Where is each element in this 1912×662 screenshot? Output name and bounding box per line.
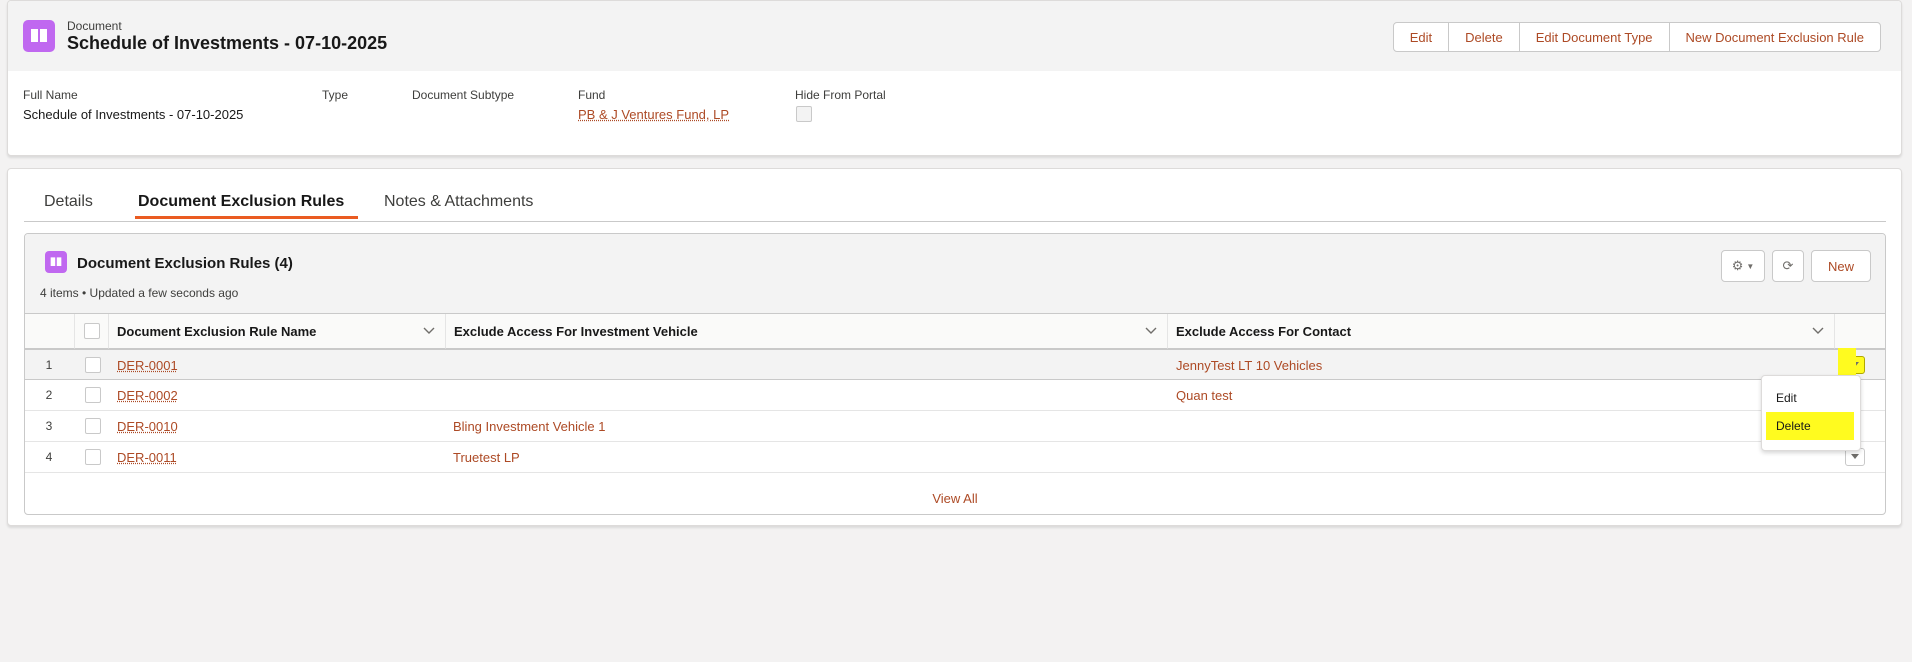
select-all-checkbox[interactable]: [84, 323, 100, 339]
row-number-column: [25, 314, 75, 349]
related-list-meta: 4 items • Updated a few seconds ago: [40, 286, 239, 300]
fund-link[interactable]: PB & J Ventures Fund, LP: [578, 107, 729, 122]
row-action-menu: Edit Delete: [1761, 375, 1861, 451]
chevron-down-icon: [1851, 454, 1859, 459]
vehicle-link[interactable]: Bling Investment Vehicle 1: [453, 419, 605, 434]
row-checkbox[interactable]: [85, 357, 101, 373]
refresh-button[interactable]: ⟳: [1772, 250, 1804, 282]
highlight-connector: [1838, 348, 1856, 378]
hide-from-portal-checkbox: [796, 106, 812, 122]
gear-icon: ⚙: [1731, 258, 1744, 273]
field-label-type: Type: [322, 88, 349, 102]
column-header-vehicle[interactable]: Exclude Access For Investment Vehicle: [446, 314, 1168, 349]
edit-button[interactable]: Edit: [1392, 22, 1450, 52]
table-row: 1 DER-0001 JennyTest LT 10 Vehicles: [25, 349, 1885, 380]
rule-name-link[interactable]: DER-0002: [117, 388, 178, 403]
row-number: 2: [45, 388, 53, 402]
row-checkbox[interactable]: [85, 418, 101, 434]
row-number: 3: [45, 419, 53, 433]
object-label: Document: [67, 19, 122, 33]
tab-bar: Details Document Exclusion Rules Notes &…: [24, 169, 1886, 222]
related-list-header: Document Exclusion Rules (4) 4 items • U…: [25, 234, 1885, 314]
contact-link[interactable]: Quan test: [1176, 388, 1232, 403]
column-label-contact: Exclude Access For Contact: [1176, 323, 1352, 339]
rule-name-link[interactable]: DER-0011: [117, 450, 177, 465]
rule-name-link[interactable]: DER-0001: [117, 358, 178, 373]
menu-item-delete[interactable]: Delete: [1766, 412, 1854, 440]
page-title: Schedule of Investments - 07-10-2025: [67, 33, 388, 53]
field-label-fund: Fund: [578, 88, 606, 102]
vehicle-link[interactable]: Truetest LP: [453, 450, 520, 465]
select-all-header: [75, 314, 109, 349]
edit-document-type-button[interactable]: Edit Document Type: [1518, 22, 1670, 52]
field-label-document-subtype: Document Subtype: [412, 88, 515, 102]
field-value-full-name: Schedule of Investments - 07-10-2025: [23, 107, 244, 122]
column-label-vehicle: Exclude Access For Investment Vehicle: [454, 323, 698, 339]
document-icon: [23, 20, 55, 52]
chevron-down-icon[interactable]: [423, 324, 435, 336]
related-list-title: Document Exclusion Rules (4): [77, 255, 293, 272]
table-row: 3 DER-0010 Bling Investment Vehicle 1: [25, 411, 1885, 442]
actions-column: [1835, 314, 1885, 349]
chevron-down-icon: ▼: [1746, 261, 1755, 271]
table-row: 4 DER-0011 Truetest LP: [25, 442, 1885, 473]
related-list: Document Exclusion Rules (4) 4 items • U…: [24, 233, 1886, 515]
column-header-contact[interactable]: Exclude Access For Contact: [1168, 314, 1835, 349]
contact-link[interactable]: JennyTest LT 10 Vehicles: [1176, 358, 1322, 373]
menu-item-edit[interactable]: Edit: [1766, 384, 1854, 412]
row-number: 4: [45, 450, 53, 464]
refresh-icon: ⟳: [1782, 258, 1794, 273]
column-label-name: Document Exclusion Rule Name: [117, 323, 317, 339]
chevron-down-icon[interactable]: [1812, 324, 1824, 336]
list-settings-button[interactable]: ⚙ ▼: [1721, 250, 1765, 282]
related-list-icon: [45, 251, 67, 273]
delete-button[interactable]: Delete: [1448, 22, 1520, 52]
field-label-hide-from-portal: Hide From Portal: [795, 88, 886, 102]
row-checkbox[interactable]: [85, 387, 101, 403]
tab-details[interactable]: Details: [44, 193, 93, 211]
field-label-full-name: Full Name: [23, 88, 78, 102]
new-button[interactable]: New: [1811, 250, 1871, 282]
table-row: 2 DER-0002 Quan test: [25, 380, 1885, 411]
new-document-exclusion-rule-button[interactable]: New Document Exclusion Rule: [1668, 22, 1881, 52]
row-number: 1: [45, 358, 53, 372]
column-header-name[interactable]: Document Exclusion Rule Name: [109, 314, 446, 349]
tabset-card: Details Document Exclusion Rules Notes &…: [7, 168, 1902, 526]
tab-notes-attachments[interactable]: Notes & Attachments: [384, 193, 533, 211]
view-all-link[interactable]: View All: [25, 491, 1885, 506]
header-actions: Edit Delete Edit Document Type New Docum…: [1392, 22, 1881, 52]
active-tab-indicator: [135, 216, 358, 219]
record-header: Document Schedule of Investments - 07-10…: [7, 0, 1902, 156]
row-checkbox[interactable]: [85, 449, 101, 465]
chevron-down-icon[interactable]: [1145, 324, 1157, 336]
rule-name-link[interactable]: DER-0010: [117, 419, 178, 434]
tab-document-exclusion-rules[interactable]: Document Exclusion Rules: [138, 193, 344, 211]
